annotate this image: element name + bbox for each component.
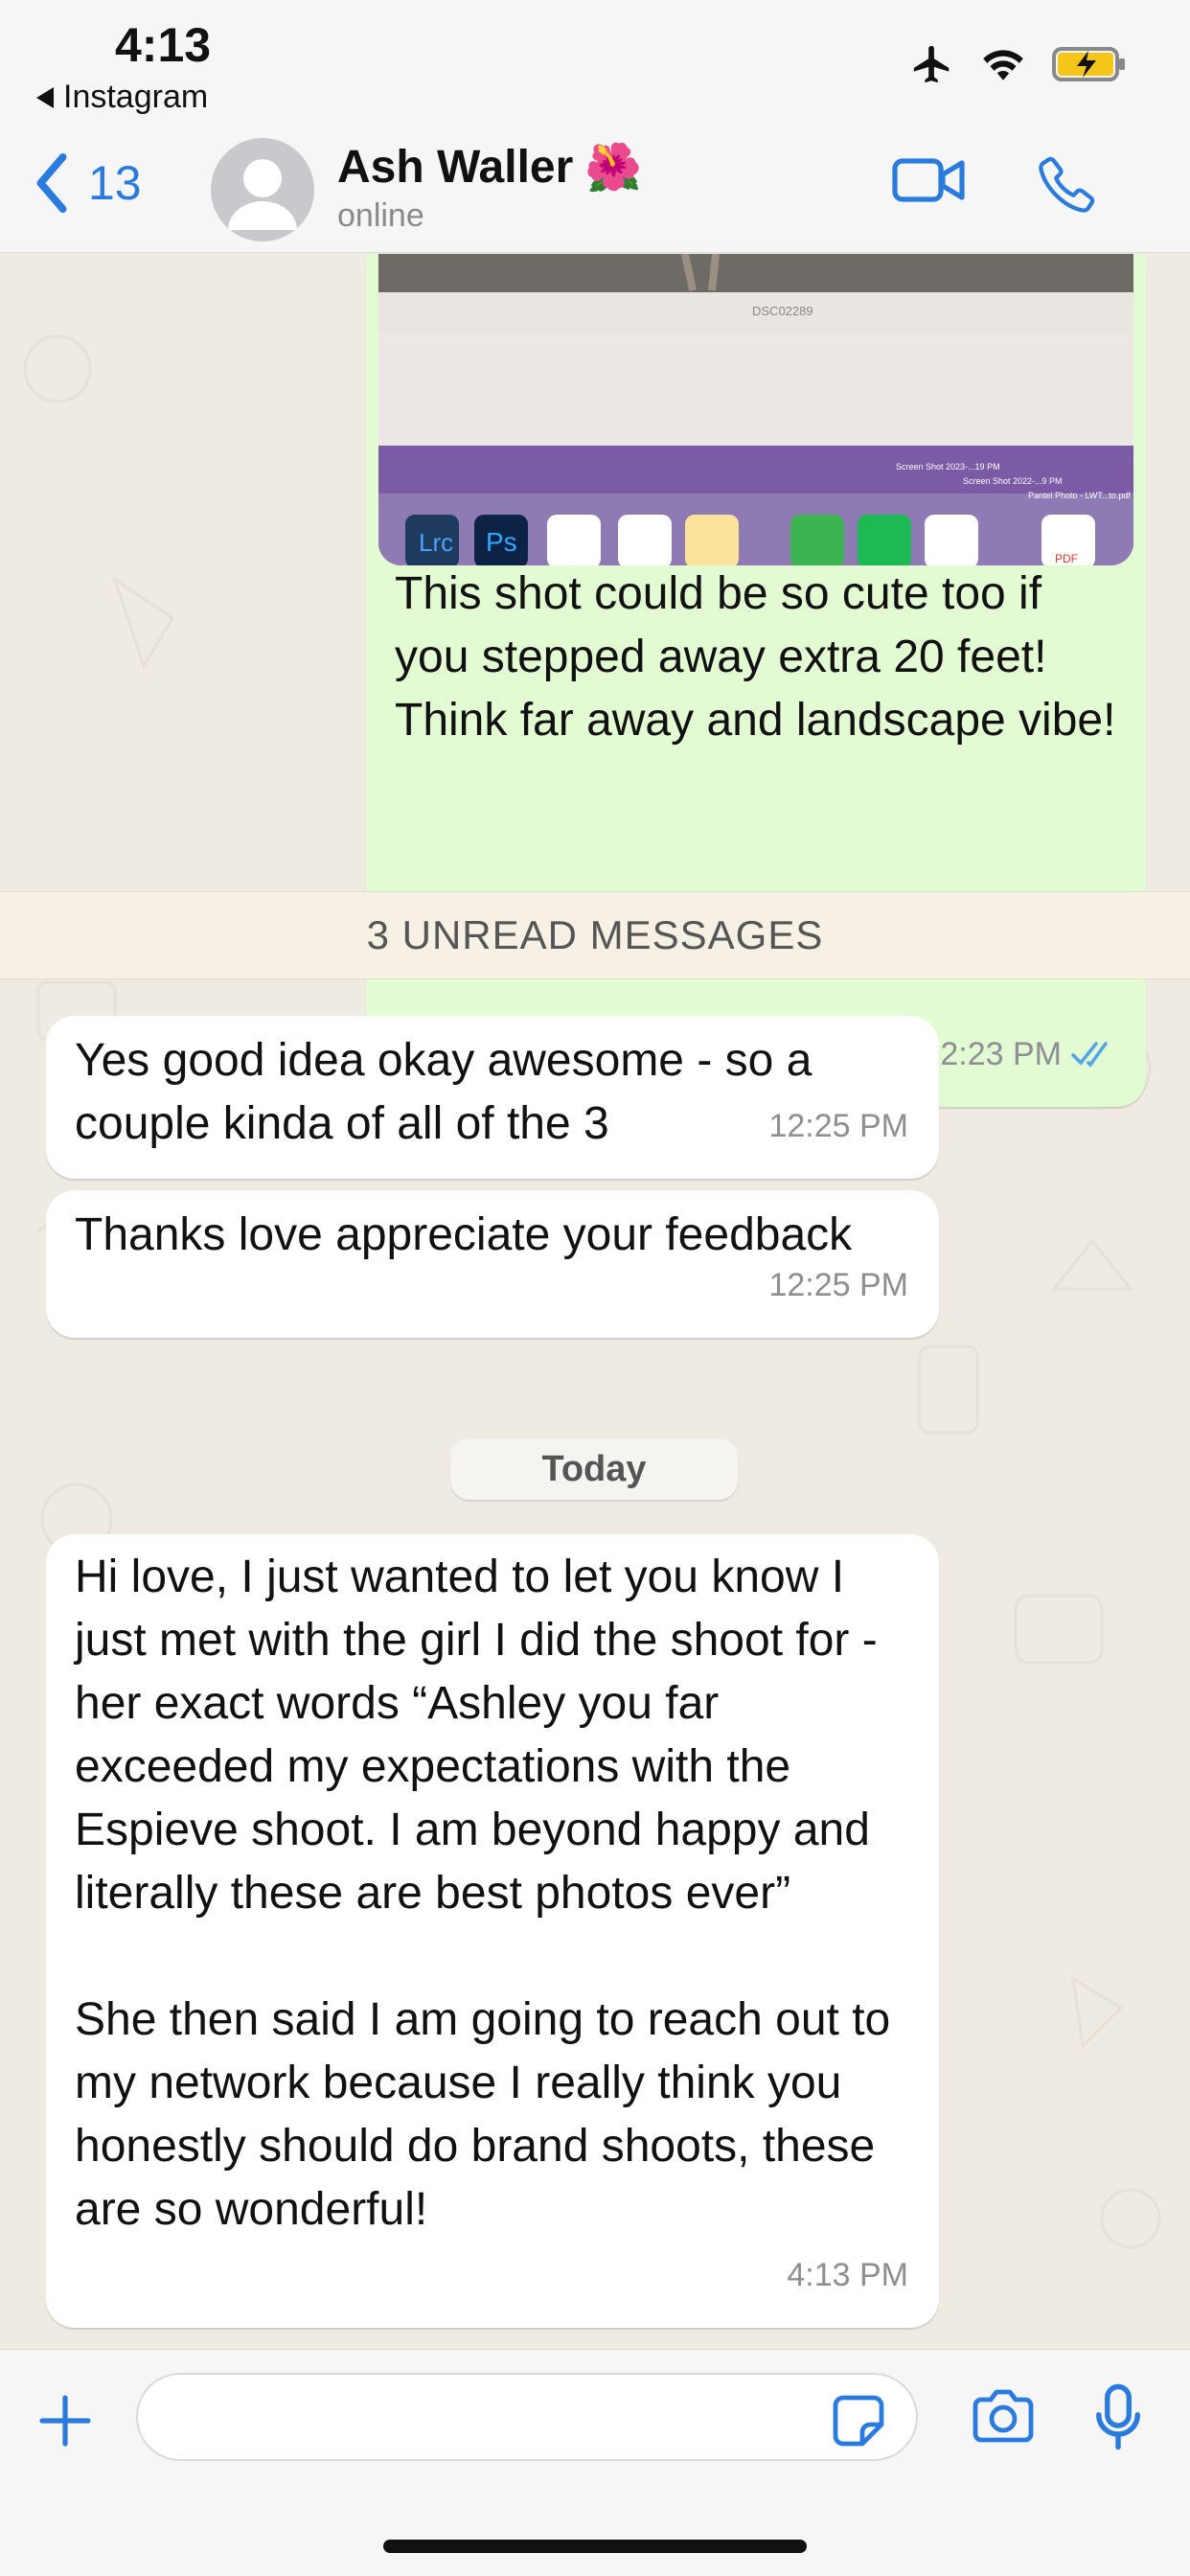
image-caption: DSC02289 <box>752 304 813 318</box>
microphone-button[interactable] <box>1092 2382 1144 2456</box>
incoming-message-time: 12:25 PM <box>768 1108 908 1144</box>
contact-status: online <box>337 197 424 234</box>
desktop-file-1: Screen Shot 2023-...19 PM <box>896 462 1000 472</box>
incoming-message-text-2: She then said I am going to reach out to… <box>75 1994 891 2235</box>
video-camera-icon <box>892 158 965 202</box>
hibiscus-emoji: 🌺 <box>584 143 643 194</box>
back-triangle-icon <box>36 86 54 108</box>
camera-button[interactable] <box>970 2388 1037 2450</box>
screenshot-thumbnail: Lrc Ps PDF DSC02289 Screen Shot 2023-...… <box>378 254 1133 565</box>
outgoing-message-meta: 12:23 PM <box>922 1023 1115 1086</box>
chevron-left-icon <box>36 153 67 213</box>
read-receipt-icon <box>1071 1042 1108 1068</box>
chat-area[interactable]: Lrc Ps PDF DSC02289 Screen Shot 2023-...… <box>0 254 1190 2348</box>
incoming-message[interactable]: Yes good idea okay awesome - so a couple… <box>46 1016 939 1179</box>
camera-icon <box>973 2389 1034 2443</box>
attach-button[interactable] <box>36 2392 94 2454</box>
desktop-file-3: Pantel Photo - LWT...to.pdf <box>1028 491 1131 500</box>
person-icon <box>228 159 297 230</box>
plus-icon <box>39 2395 91 2447</box>
date-separator: Today <box>450 1438 738 1500</box>
message-input-bar <box>0 2349 1190 2576</box>
status-icons <box>910 42 1129 86</box>
message-input[interactable] <box>136 2373 918 2461</box>
incoming-message-text: Hi love, I just wanted to let you know I… <box>75 1552 878 1919</box>
incoming-message-time: 4:13 PM <box>787 2257 908 2293</box>
outgoing-message-text: This shot could be so cute too if you st… <box>395 568 1116 746</box>
ps-app-icon: Ps <box>486 527 517 557</box>
wifi-icon <box>983 50 1023 80</box>
contact-name[interactable]: Ash Waller 🌺 <box>337 140 642 195</box>
desktop-file-2: Screen Shot 2022-...9 PM <box>963 476 1063 486</box>
home-indicator[interactable] <box>383 2540 807 2553</box>
sticker-icon <box>833 2395 884 2447</box>
sticker-button[interactable] <box>832 2394 885 2452</box>
back-to-app-link[interactable]: Instagram <box>36 79 208 116</box>
incoming-message[interactable]: Thanks love appreciate your feedback 12:… <box>46 1190 939 1338</box>
voice-call-button[interactable] <box>1037 153 1098 219</box>
outgoing-message-time: 12:23 PM <box>922 1036 1062 1072</box>
chat-header: 4:13 Instagram 13 Ash Waller 🌺 online <box>0 0 1190 253</box>
unread-count: 13 <box>88 156 142 210</box>
contact-name-text: Ash Waller <box>337 142 574 193</box>
incoming-message[interactable]: Hi love, I just wanted to let you know I… <box>46 1534 939 2328</box>
phone-icon <box>1039 156 1095 213</box>
status-time: 4:13 <box>115 18 212 72</box>
battery-charging-icon <box>1052 47 1125 81</box>
video-call-button[interactable] <box>891 153 968 212</box>
incoming-message-time: 12:25 PM <box>768 1267 908 1303</box>
back-button[interactable]: 13 <box>34 153 142 213</box>
microphone-icon <box>1096 2383 1140 2450</box>
back-app-label: Instagram <box>63 79 209 115</box>
avatar[interactable] <box>211 138 314 242</box>
airplane-icon <box>913 45 950 83</box>
shared-image[interactable]: Lrc Ps PDF DSC02289 Screen Shot 2023-...… <box>378 254 1133 565</box>
unread-messages-banner: 3 UNREAD MESSAGES <box>0 891 1190 979</box>
lrc-app-icon: Lrc <box>419 528 453 557</box>
